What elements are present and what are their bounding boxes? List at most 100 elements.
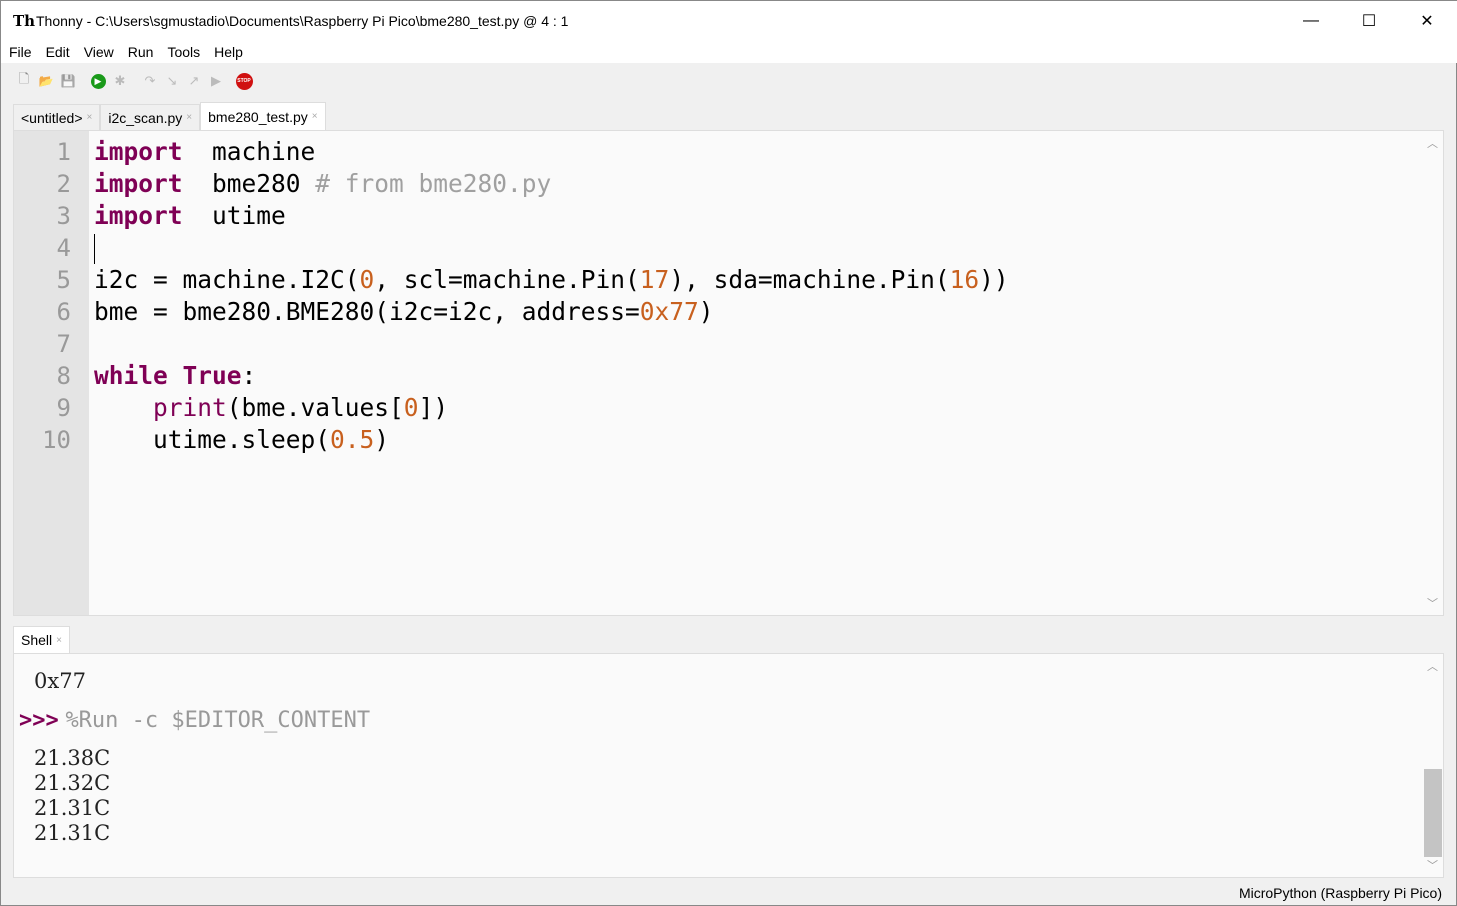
line-number: 9 bbox=[56, 394, 71, 422]
scrollbar-thumb[interactable] bbox=[1424, 769, 1442, 857]
scroll-up-icon[interactable]: ︿ bbox=[1427, 135, 1438, 151]
line-number-gutter: 1 2 3 4 5 6 7 8 9 10 bbox=[14, 131, 89, 615]
scroll-down-icon[interactable]: ﹀ bbox=[1427, 595, 1438, 611]
line-number: 1 bbox=[56, 138, 71, 166]
shell-panel[interactable]: 0x77 >>> %Run -c $EDITOR_CONTENT 21.38C … bbox=[13, 653, 1444, 878]
code-line: while True: bbox=[94, 360, 1009, 392]
code-token: machine bbox=[182, 137, 316, 166]
code-token: print bbox=[153, 393, 227, 422]
code-token: import bbox=[94, 169, 183, 198]
code-token: bme = bme280.BME280(i2c=i2c, address= bbox=[94, 297, 640, 326]
resume-icon[interactable]: ▶ bbox=[205, 70, 227, 92]
shell-output-line: 21.38C bbox=[34, 746, 111, 770]
scroll-down-icon[interactable]: ﹀ bbox=[1427, 857, 1438, 873]
code-token: utime.sleep( bbox=[94, 425, 331, 454]
step-out-icon[interactable]: ↗ bbox=[183, 70, 205, 92]
scroll-up-icon[interactable]: ︿ bbox=[1427, 658, 1438, 674]
menu-run[interactable]: Run bbox=[128, 44, 154, 60]
code-token: 0x77 bbox=[639, 297, 699, 326]
code-token: , scl=machine.Pin( bbox=[374, 265, 640, 294]
code-token: while bbox=[94, 361, 168, 390]
open-folder-icon[interactable]: 📂 bbox=[35, 70, 57, 92]
code-token: ) bbox=[698, 297, 714, 326]
shell-tabs: Shell × bbox=[13, 626, 70, 653]
shell-command-line: >>> %Run -c $EDITOR_CONTENT bbox=[19, 708, 370, 733]
line-number: 8 bbox=[56, 362, 71, 390]
code-line: import bme280 # from bme280.py bbox=[94, 168, 1009, 200]
menu-help[interactable]: Help bbox=[214, 44, 243, 60]
line-number: 4 bbox=[56, 234, 71, 262]
title-bar: Th Thonny - C:\Users\sgmustadio\Document… bbox=[1, 1, 1457, 41]
close-tab-icon[interactable]: × bbox=[186, 112, 192, 123]
code-token: ) bbox=[374, 425, 390, 454]
code-token: ]) bbox=[418, 393, 449, 422]
thonny-logo-icon: Th bbox=[13, 12, 36, 30]
line-number: 5 bbox=[56, 266, 71, 294]
new-file-icon[interactable]: 🗋 bbox=[13, 70, 35, 92]
menu-tools[interactable]: Tools bbox=[167, 44, 200, 60]
minimize-button[interactable]: — bbox=[1282, 1, 1340, 41]
menu-file[interactable]: File bbox=[9, 44, 32, 60]
shell-scrollbar[interactable]: ︿ ﹀ bbox=[1423, 654, 1443, 877]
editor-scrollbar[interactable]: ︿ ﹀ bbox=[1423, 131, 1443, 615]
code-token: import bbox=[94, 201, 183, 230]
shell-output-line: 21.31C bbox=[34, 796, 111, 820]
save-icon[interactable]: 💾 bbox=[57, 70, 79, 92]
code-token: 0 bbox=[403, 393, 419, 422]
code-token: 17 bbox=[639, 265, 670, 294]
tab-label: Shell bbox=[21, 632, 53, 648]
code-token: # from bme280.py bbox=[315, 169, 552, 198]
line-number: 10 bbox=[42, 426, 71, 454]
tab-untitled[interactable]: <untitled> × bbox=[13, 104, 101, 130]
close-tab-icon[interactable]: × bbox=[56, 635, 62, 646]
line-number: 6 bbox=[56, 298, 71, 326]
code-token: ), sda=machine.Pin( bbox=[669, 265, 950, 294]
menu-edit[interactable]: Edit bbox=[46, 44, 70, 60]
code-editor[interactable]: 1 2 3 4 5 6 7 8 9 10 import machine import bme280 … bbox=[13, 130, 1444, 616]
maximize-button[interactable]: ☐ bbox=[1340, 1, 1398, 41]
shell-output-line: 0x77 bbox=[34, 669, 86, 693]
tab-label: <untitled> bbox=[21, 109, 83, 126]
code-token: )) bbox=[979, 265, 1009, 294]
shell-output-line: 21.31C bbox=[34, 821, 111, 845]
code-token: 16 bbox=[949, 265, 980, 294]
line-number: 2 bbox=[56, 170, 71, 198]
tab-shell[interactable]: Shell × bbox=[13, 626, 70, 653]
code-token: bme280 bbox=[182, 169, 316, 198]
close-tab-icon[interactable]: × bbox=[312, 111, 318, 122]
text-cursor bbox=[94, 234, 95, 264]
code-line: print(bme.values[0]) bbox=[94, 392, 1009, 424]
tab-bme280-test[interactable]: bme280_test.py × bbox=[200, 102, 326, 130]
code-token: i2c = machine.I2C( bbox=[94, 265, 360, 294]
code-token: 0.5 bbox=[330, 425, 375, 454]
tab-label: i2c_scan.py bbox=[108, 109, 183, 126]
stop-icon[interactable]: STOP bbox=[233, 70, 255, 92]
shell-output-line: 21.32C bbox=[34, 771, 111, 795]
line-number: 7 bbox=[56, 330, 71, 358]
debug-icon[interactable]: ✱ bbox=[109, 70, 131, 92]
step-into-icon[interactable]: ↘ bbox=[161, 70, 183, 92]
code-line bbox=[94, 232, 1009, 264]
shell-prompt: >>> bbox=[19, 708, 59, 733]
code-token: 0 bbox=[359, 265, 375, 294]
code-token: (bme.values[ bbox=[226, 393, 404, 422]
close-tab-icon[interactable]: × bbox=[87, 112, 93, 123]
code-token: utime bbox=[182, 201, 286, 230]
menu-bar: File Edit View Run Tools Help bbox=[1, 41, 1457, 63]
code-line: i2c = machine.I2C(0, scl=machine.Pin(17)… bbox=[94, 264, 1009, 296]
tab-i2c-scan[interactable]: i2c_scan.py × bbox=[100, 104, 201, 130]
shell-command: %Run -c $EDITOR_CONTENT bbox=[65, 708, 371, 733]
code-token: True bbox=[182, 361, 242, 390]
run-icon[interactable]: ▶ bbox=[87, 70, 109, 92]
close-button[interactable]: ✕ bbox=[1398, 1, 1456, 41]
editor-tabs: <untitled> × i2c_scan.py × bme280_test.py × bbox=[13, 102, 326, 130]
code-area[interactable]: import machine import bme280 # from bme28… bbox=[94, 136, 1009, 456]
interpreter-status[interactable]: MicroPython (Raspberry Pi Pico) bbox=[1239, 885, 1442, 901]
tab-label: bme280_test.py bbox=[208, 108, 308, 125]
step-over-icon[interactable]: ↷ bbox=[139, 70, 161, 92]
code-line: bme = bme280.BME280(i2c=i2c, address=0x7… bbox=[94, 296, 1009, 328]
menu-view[interactable]: View bbox=[84, 44, 114, 60]
